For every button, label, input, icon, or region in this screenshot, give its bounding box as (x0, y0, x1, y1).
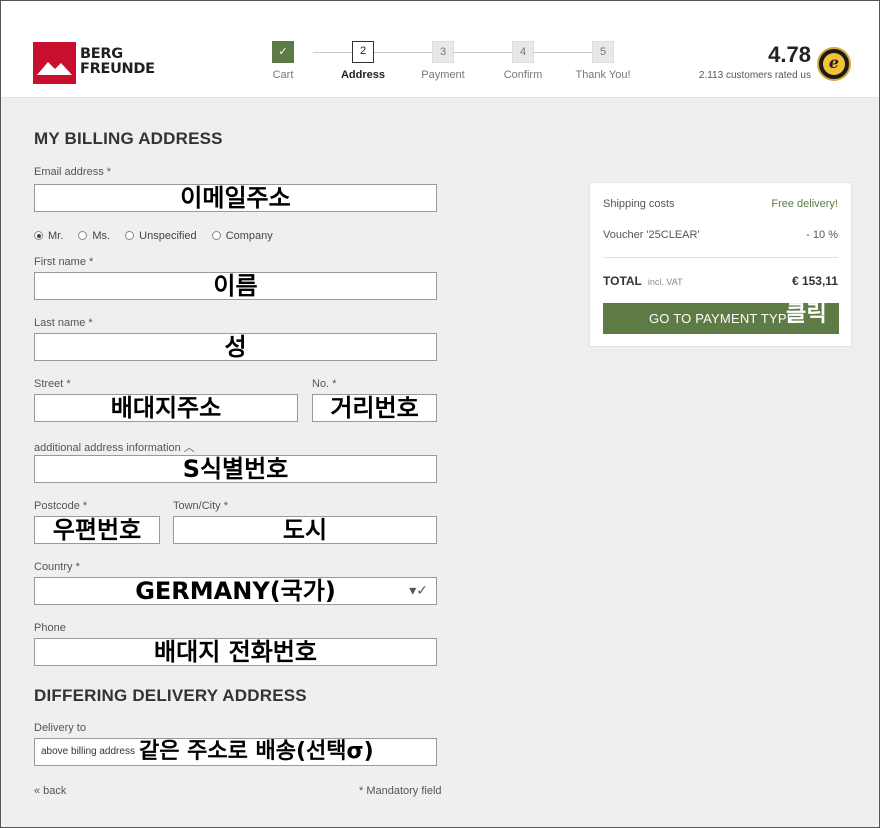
step-thank-you: 5 Thank You! (563, 41, 643, 81)
additional-info-label[interactable]: additional address information ︿ (34, 439, 195, 455)
voucher-row: Voucher '25CLEAR' - 10 % (603, 229, 838, 241)
postcode-label: Postcode * (34, 500, 88, 512)
bergfreunde-logo[interactable]: BERG FREUNDE (33, 42, 155, 84)
trusted-shops-badge-icon[interactable]: e (817, 47, 851, 81)
street-label: Street * (34, 378, 71, 390)
radio-unspecified[interactable]: Unspecified (125, 230, 197, 242)
order-summary: Shipping costs Free delivery! Voucher '2… (589, 182, 852, 347)
first-name-field[interactable]: 이름 (34, 272, 437, 300)
radio-ms[interactable]: Ms. (78, 230, 110, 242)
radio-company[interactable]: Company (211, 230, 273, 242)
header: BERG FREUNDE ✓ Cart 2 Address 3 Payment … (1, 1, 879, 98)
first-name-label: First name * (34, 256, 94, 268)
last-name-label: Last name * (34, 317, 93, 329)
total-row: TOTAL incl. VAT € 153,11 (603, 274, 838, 288)
phone-label: Phone (34, 622, 66, 634)
rating-subtitle: 2.113 customers rated us (698, 70, 811, 81)
checkout-progress: ✓ Cart 2 Address 3 Payment 4 Confirm 5 T… (263, 41, 643, 91)
step-address: 2 Address (323, 41, 403, 81)
rating-score: 4.78 (768, 42, 811, 67)
delivery-title: DIFFERING DELIVERY ADDRESS (34, 686, 307, 705)
phone-field[interactable]: 배대지 전화번호 (34, 638, 437, 666)
shipping-row: Shipping costs Free delivery! (603, 198, 838, 210)
email-label: Email address * (34, 166, 112, 178)
number-label: No. * (312, 378, 337, 390)
dropdown-check-icon: ▾✓ (409, 583, 428, 599)
summary-divider (603, 257, 838, 258)
additional-info-field[interactable]: S식별번호 (34, 455, 437, 483)
country-select[interactable]: GERMANY(국가) ▾✓ (34, 577, 437, 605)
delivery-label: Delivery to (34, 722, 86, 734)
logo-text: BERG FREUNDE (80, 46, 155, 77)
salutation-group: Mr. Ms. Unspecified Company (34, 230, 285, 242)
postcode-field[interactable]: 우편번호 (34, 516, 160, 544)
step-cart[interactable]: ✓ Cart (243, 41, 323, 81)
street-field[interactable]: 배대지주소 (34, 394, 298, 422)
mandatory-note: * Mandatory field (359, 785, 442, 797)
email-field[interactable]: 이메일주소 (34, 184, 437, 212)
step-payment: 3 Payment (403, 41, 483, 81)
check-icon: ✓ (272, 41, 294, 63)
customer-rating: 4.78 2.113 customers rated us (698, 42, 811, 82)
country-label: Country * (34, 561, 80, 573)
mountain-logo-icon (33, 42, 76, 84)
click-annotation: 클릭 (786, 302, 827, 327)
delivery-select[interactable]: above billing address 같은 주소로 배송(선택σ) (34, 738, 437, 766)
town-label: Town/City * (173, 500, 229, 512)
last-name-field[interactable]: 성 (34, 333, 437, 361)
town-field[interactable]: 도시 (173, 516, 437, 544)
back-link[interactable]: « back (34, 785, 66, 797)
delivery-annotation: 같은 주소로 배송(선택σ) (139, 739, 374, 764)
billing-title: MY BILLING ADDRESS (34, 129, 223, 148)
radio-mr[interactable]: Mr. (34, 230, 63, 242)
number-field[interactable]: 거리번호 (312, 394, 437, 422)
go-to-payment-button[interactable]: GO TO PAYMENT TYPE 클릭 (603, 302, 839, 334)
step-confirm: 4 Confirm (483, 41, 563, 81)
